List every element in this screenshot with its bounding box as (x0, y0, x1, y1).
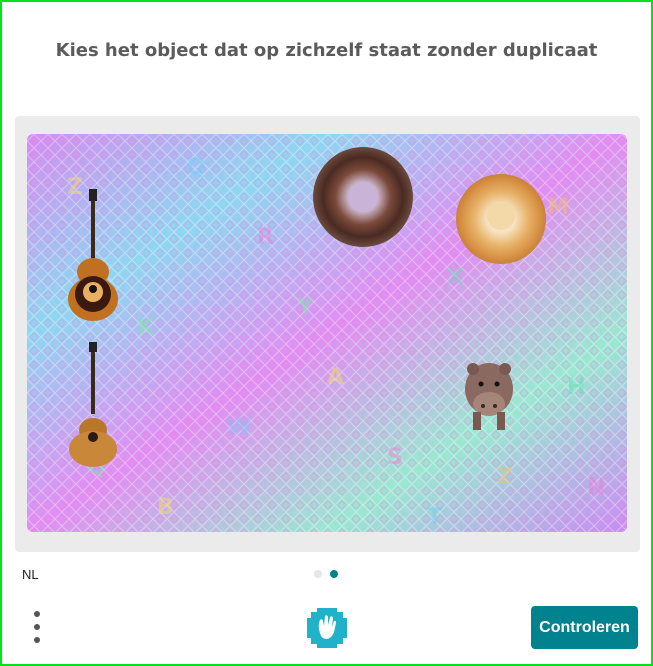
svg-text:Q: Q (187, 155, 206, 180)
svg-text:Z: Z (497, 465, 513, 490)
svg-text:W: W (227, 415, 251, 440)
svg-text:M: M (547, 195, 569, 220)
page-dot-1 (314, 570, 322, 578)
svg-text:N: N (587, 475, 605, 500)
hand-logo-icon (305, 606, 349, 650)
svg-text:K: K (137, 315, 155, 340)
menu-button[interactable] (28, 609, 46, 645)
challenge-image: Z Q R X M K A W S H Z Q B T N Y (27, 134, 627, 532)
svg-text:X: X (447, 265, 464, 290)
language-label[interactable]: NL (22, 567, 39, 582)
svg-text:B: B (157, 495, 174, 520)
svg-text:A: A (327, 365, 344, 390)
vertical-dots-icon (34, 611, 40, 617)
svg-text:T: T (427, 505, 442, 530)
svg-text:Z: Z (67, 175, 83, 200)
page-dot-2-active (330, 570, 338, 578)
svg-text:Y: Y (296, 295, 314, 320)
svg-text:S: S (387, 445, 403, 470)
donut-object-1 (313, 147, 413, 247)
submit-button[interactable]: Controleren (531, 606, 638, 649)
svg-text:R: R (257, 225, 274, 250)
svg-text:H: H (567, 375, 585, 400)
challenge-prompt: Kies het object dat op zichzelf staat zo… (55, 40, 598, 61)
donut-object-2 (456, 174, 546, 264)
task-panel: Z Q R X M K A W S H Z Q B T N Y (15, 116, 640, 552)
